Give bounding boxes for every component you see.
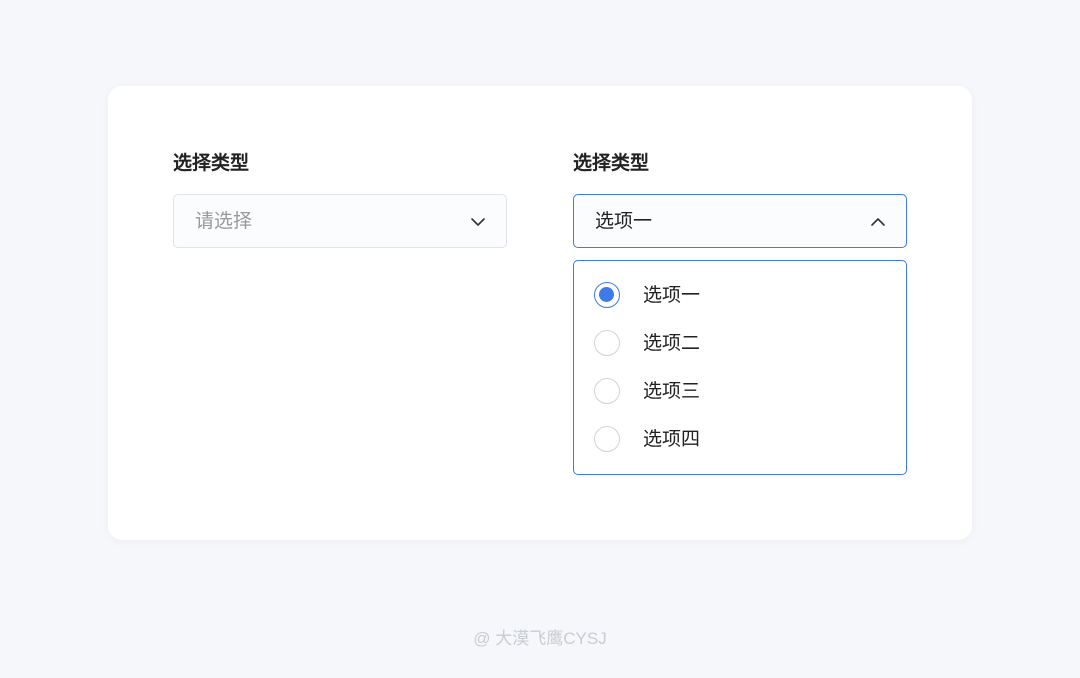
field-label: 选择类型 xyxy=(173,152,250,174)
radio-unchecked-icon[interactable] xyxy=(594,378,620,404)
option-4[interactable]: 选项四 xyxy=(594,425,884,455)
radio-unchecked-icon[interactable] xyxy=(594,426,620,452)
form-card: 选择类型 请选择 选择类型 选项一 选项一 选项二 选项三 选项四 xyxy=(108,86,972,540)
option-2[interactable]: 选项二 xyxy=(594,329,884,359)
select-field-open: 选择类型 选项一 选项一 选项二 选项三 选项四 xyxy=(573,150,907,475)
radio-unchecked-icon[interactable] xyxy=(594,330,620,356)
option-label: 选项二 xyxy=(643,332,701,354)
select-placeholder: 请选择 xyxy=(195,210,253,232)
type-select-closed[interactable]: 请选择 xyxy=(173,194,507,248)
type-select-open[interactable]: 选项一 xyxy=(573,194,907,248)
option-3[interactable]: 选项三 xyxy=(594,377,884,407)
option-label: 选项三 xyxy=(643,380,701,402)
watermark: @ 大漠飞鹰CYSJ xyxy=(473,629,607,648)
chevron-up-icon xyxy=(871,218,885,226)
option-label: 选项四 xyxy=(643,428,701,450)
select-value: 选项一 xyxy=(595,210,653,232)
option-1[interactable]: 选项一 xyxy=(594,281,884,311)
field-label: 选择类型 xyxy=(573,152,650,174)
chevron-down-icon xyxy=(471,218,485,226)
option-label: 选项一 xyxy=(643,284,701,306)
radio-checked-icon[interactable] xyxy=(594,282,620,308)
options-dropdown: 选项一 选项二 选项三 选项四 xyxy=(573,260,907,475)
select-field-closed: 选择类型 请选择 xyxy=(173,150,507,248)
